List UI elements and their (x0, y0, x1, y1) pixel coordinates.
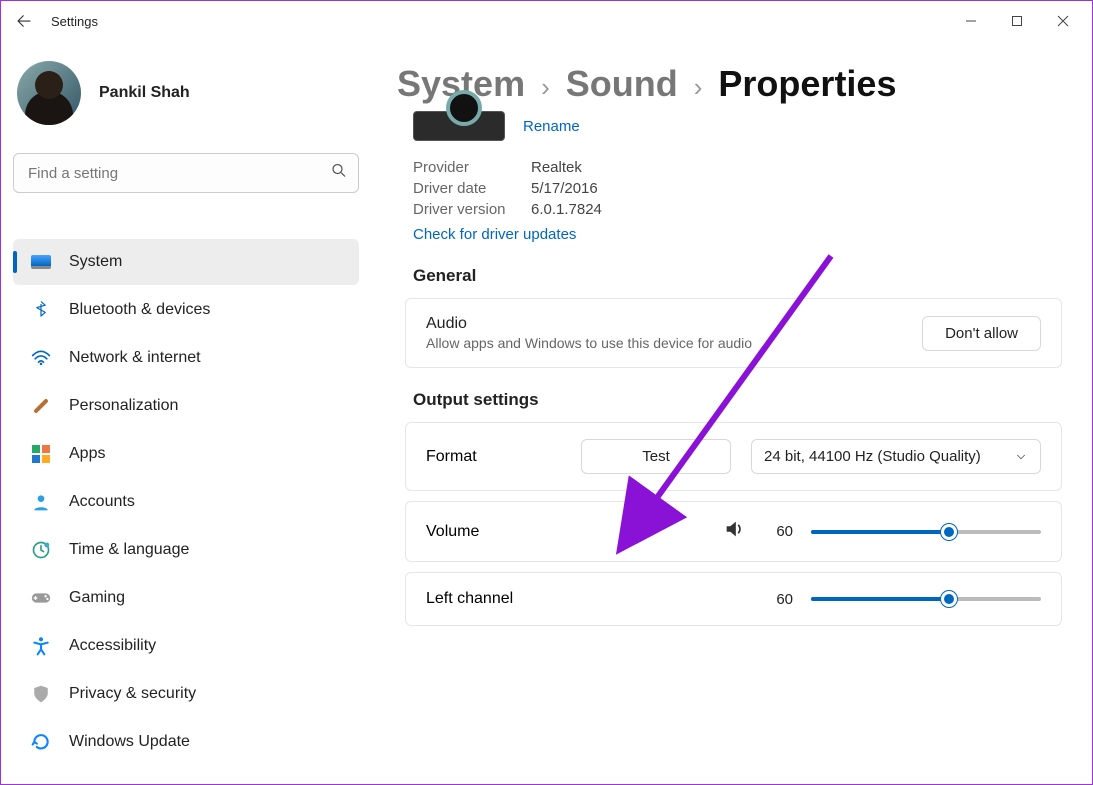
back-button[interactable] (7, 4, 41, 38)
section-output: Output settings (413, 390, 1062, 410)
volume-slider[interactable] (811, 522, 1041, 542)
search-input[interactable] (13, 153, 359, 193)
sidebar-item-accounts[interactable]: Accounts (13, 479, 359, 525)
left-channel-slider[interactable] (811, 589, 1041, 609)
provider-value: Realtek (531, 159, 1062, 176)
bluetooth-icon (27, 298, 55, 322)
system-icon (27, 250, 55, 274)
update-icon (27, 730, 55, 754)
check-updates-link[interactable]: Check for driver updates (413, 226, 576, 243)
shield-icon (27, 682, 55, 706)
device-thumbnail (413, 111, 505, 141)
avatar (17, 61, 81, 125)
sidebar-item-label: Accounts (69, 493, 135, 511)
format-value: 24 bit, 44100 Hz (Studio Quality) (764, 448, 981, 465)
gamepad-icon (27, 586, 55, 610)
maximize-icon (1011, 15, 1023, 27)
sidebar-item-label: Personalization (69, 397, 178, 415)
close-button[interactable] (1040, 5, 1086, 37)
chevron-right-icon: › (541, 72, 550, 103)
sidebar-item-network[interactable]: Network & internet (13, 335, 359, 381)
driver-version-label: Driver version (413, 201, 531, 218)
clock-icon (27, 538, 55, 562)
volume-card: Volume 60 (405, 501, 1062, 562)
chevron-right-icon: › (694, 72, 703, 103)
minimize-button[interactable] (948, 5, 994, 37)
app-title: Settings (51, 14, 98, 29)
sidebar: Pankil Shah System Bluetooth & devices N… (1, 41, 371, 784)
sidebar-item-label: Apps (69, 445, 105, 463)
speaker-icon[interactable] (723, 518, 745, 545)
sidebar-item-time[interactable]: Time & language (13, 527, 359, 573)
sidebar-item-bluetooth[interactable]: Bluetooth & devices (13, 287, 359, 333)
person-icon (27, 490, 55, 514)
left-channel-value: 60 (763, 591, 793, 608)
format-label: Format (426, 448, 477, 466)
breadcrumb: System › Sound › Properties (397, 63, 1062, 105)
rename-link[interactable]: Rename (523, 118, 580, 135)
sidebar-item-label: Gaming (69, 589, 125, 607)
sidebar-item-accessibility[interactable]: Accessibility (13, 623, 359, 669)
sidebar-item-label: Bluetooth & devices (69, 301, 210, 319)
sidebar-item-privacy[interactable]: Privacy & security (13, 671, 359, 717)
driver-version-value: 6.0.1.7824 (531, 201, 1062, 218)
apps-icon (27, 442, 55, 466)
format-card: Format Test 24 bit, 44100 Hz (Studio Qua… (405, 422, 1062, 491)
close-icon (1057, 15, 1069, 27)
brush-icon (27, 394, 55, 418)
user-row[interactable]: Pankil Shah (13, 51, 359, 153)
sidebar-item-gaming[interactable]: Gaming (13, 575, 359, 621)
sidebar-item-apps[interactable]: Apps (13, 431, 359, 477)
driver-info: ProviderRealtek Driver date5/17/2016 Dri… (413, 159, 1062, 218)
breadcrumb-properties: Properties (718, 63, 896, 105)
wifi-icon (27, 346, 55, 370)
breadcrumb-sound[interactable]: Sound (566, 63, 678, 105)
format-dropdown[interactable]: 24 bit, 44100 Hz (Studio Quality) (751, 439, 1041, 474)
sidebar-item-personalization[interactable]: Personalization (13, 383, 359, 429)
provider-label: Provider (413, 159, 531, 176)
sidebar-item-label: Privacy & security (69, 685, 196, 703)
minimize-icon (965, 15, 977, 27)
left-channel-label: Left channel (426, 590, 513, 608)
chevron-down-icon (1014, 450, 1028, 464)
dont-allow-button[interactable]: Don't allow (922, 316, 1041, 351)
sidebar-item-label: Windows Update (69, 733, 190, 751)
sidebar-item-label: System (69, 253, 122, 271)
arrow-left-icon (15, 12, 33, 30)
search-field[interactable] (28, 165, 318, 182)
user-name: Pankil Shah (99, 84, 190, 102)
sidebar-item-label: Accessibility (69, 637, 156, 655)
audio-subtitle: Allow apps and Windows to use this devic… (426, 335, 752, 351)
titlebar: Settings (1, 1, 1092, 41)
sidebar-item-update[interactable]: Windows Update (13, 719, 359, 765)
sidebar-item-label: Network & internet (69, 349, 201, 367)
audio-card: Audio Allow apps and Windows to use this… (405, 298, 1062, 368)
volume-label: Volume (426, 523, 479, 541)
audio-title: Audio (426, 315, 752, 333)
driver-date-value: 5/17/2016 (531, 180, 1062, 197)
accessibility-icon (27, 634, 55, 658)
search-icon (330, 162, 348, 185)
volume-value: 60 (763, 523, 793, 540)
test-button[interactable]: Test (581, 439, 731, 474)
left-channel-card: Left channel 60 (405, 572, 1062, 626)
maximize-button[interactable] (994, 5, 1040, 37)
nav: System Bluetooth & devices Network & int… (13, 239, 359, 765)
content: System › Sound › Properties Rename Provi… (371, 41, 1092, 784)
driver-date-label: Driver date (413, 180, 531, 197)
section-general: General (413, 266, 1062, 286)
sidebar-item-system[interactable]: System (13, 239, 359, 285)
sidebar-item-label: Time & language (69, 541, 189, 559)
